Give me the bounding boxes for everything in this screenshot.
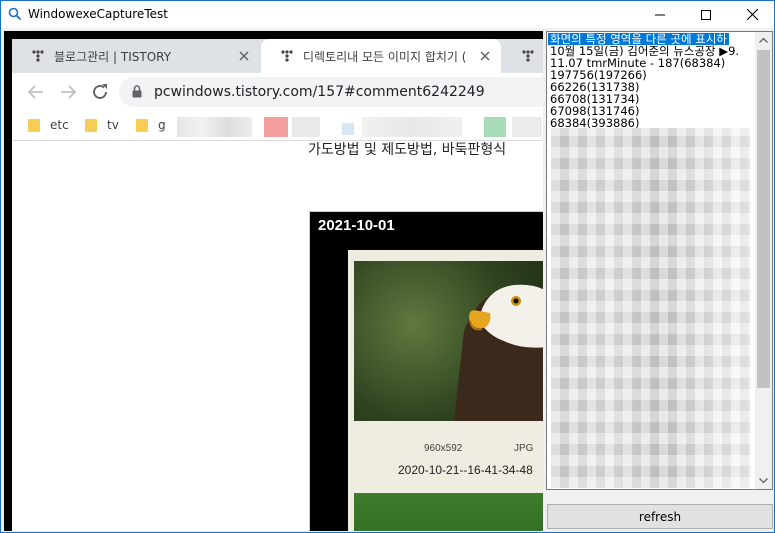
folder-icon xyxy=(28,118,40,132)
eagle-icon xyxy=(454,284,543,421)
lock-icon xyxy=(132,85,142,98)
next-photo xyxy=(354,493,543,531)
scroll-up-icon[interactable] xyxy=(755,32,772,49)
forward-icon[interactable] xyxy=(57,81,79,103)
page-content: 가도방법 및 제도방법, 바둑판형식 2021-10-01 960x592 JP… xyxy=(12,142,543,531)
bookmark-label: etc xyxy=(50,118,69,132)
bookmark-tv[interactable]: tv xyxy=(85,118,119,132)
blurred-bookmark xyxy=(342,123,354,135)
app-window: WindowexeCaptureTest 블로그관리 | TISTORY 디렉토… xyxy=(0,0,775,533)
post-date: 2021-10-01 xyxy=(318,217,395,234)
bookmark-label: g xyxy=(158,118,166,132)
window-list[interactable]: 화면의 특정 영역을 다른 곳에 표시하 10월 15일(금) 김어준의 뉴스공… xyxy=(546,31,773,490)
title-bar[interactable]: WindowexeCaptureTest xyxy=(1,1,774,28)
tistory-icon xyxy=(32,50,44,62)
partial-heading: 가도방법 및 제도방법, 바둑판형식 xyxy=(308,142,507,158)
window-title: WindowexeCaptureTest xyxy=(28,7,168,21)
tab-strip: 블로그관리 | TISTORY 디렉토리내 모든 이미지 합치기 ( xyxy=(12,39,543,73)
scroll-down-icon[interactable] xyxy=(755,472,772,489)
tab-label: 디렉토리내 모든 이미지 합치기 ( xyxy=(303,49,467,64)
tab-label: 블로그관리 | TISTORY xyxy=(54,49,172,64)
maximize-icon xyxy=(701,9,711,20)
bookmark-etc[interactable]: etc xyxy=(28,118,69,132)
blurred-bookmark xyxy=(264,117,288,137)
image-type: JPG xyxy=(514,443,534,454)
tab-third[interactable] xyxy=(502,39,543,73)
eagle-photo xyxy=(354,261,543,421)
image-size: 960x592 xyxy=(424,443,463,454)
capture-preview: 블로그관리 | TISTORY 디렉토리내 모든 이미지 합치기 (pcwin… xyxy=(4,31,543,531)
minimize-icon xyxy=(655,14,665,15)
browser-window: 블로그관리 | TISTORY 디렉토리내 모든 이미지 합치기 (pcwin… xyxy=(12,39,543,531)
reload-icon[interactable] xyxy=(89,81,111,103)
post-image-box: 2021-10-01 960x592 JPG 2020-10-21--16-41… xyxy=(309,211,543,531)
minimize-button[interactable] xyxy=(637,1,683,28)
blurred-bookmarks xyxy=(177,117,252,137)
tistory-icon xyxy=(522,50,534,62)
list-scrollbar[interactable] xyxy=(755,32,772,489)
close-icon[interactable] xyxy=(478,49,492,63)
blurred-bookmark xyxy=(512,117,542,137)
folder-icon xyxy=(136,118,148,132)
bookmark-g[interactable]: g xyxy=(136,118,166,132)
blurred-bookmarks xyxy=(362,117,462,137)
browser-toolbar: pcwindows.tistory.com/157#comment6242249 xyxy=(12,73,543,111)
refresh-button[interactable]: refresh xyxy=(547,504,773,529)
maximize-button[interactable] xyxy=(683,1,729,28)
close-icon xyxy=(746,9,758,20)
image-filename: 2020-10-21--16-41-34-48 xyxy=(398,463,533,477)
bookmark-label: tv xyxy=(107,118,119,132)
redacted-list-items xyxy=(551,128,751,488)
close-icon[interactable] xyxy=(237,49,251,63)
address-bar[interactable]: pcwindows.tistory.com/157#comment6242249 xyxy=(119,77,543,107)
back-icon[interactable] xyxy=(25,81,47,103)
folder-icon xyxy=(85,118,97,132)
bookmarks-bar: etc tv g xyxy=(12,111,543,141)
tab-blog-admin[interactable]: 블로그관리 | TISTORY xyxy=(12,39,260,73)
blurred-bookmark xyxy=(292,117,320,137)
blurred-bookmark xyxy=(484,117,506,137)
app-icon xyxy=(8,7,22,21)
tistory-icon xyxy=(281,50,293,62)
tab-directory-images[interactable]: 디렉토리내 모든 이미지 합치기 ( xyxy=(261,39,501,73)
scroll-thumb[interactable] xyxy=(757,50,770,388)
url-text: pcwindows.tistory.com/157#comment6242249 xyxy=(154,84,485,100)
image-card[interactable]: 960x592 JPG 2020-10-21--16-41-34-48 xyxy=(348,250,543,531)
close-button[interactable] xyxy=(729,1,775,28)
